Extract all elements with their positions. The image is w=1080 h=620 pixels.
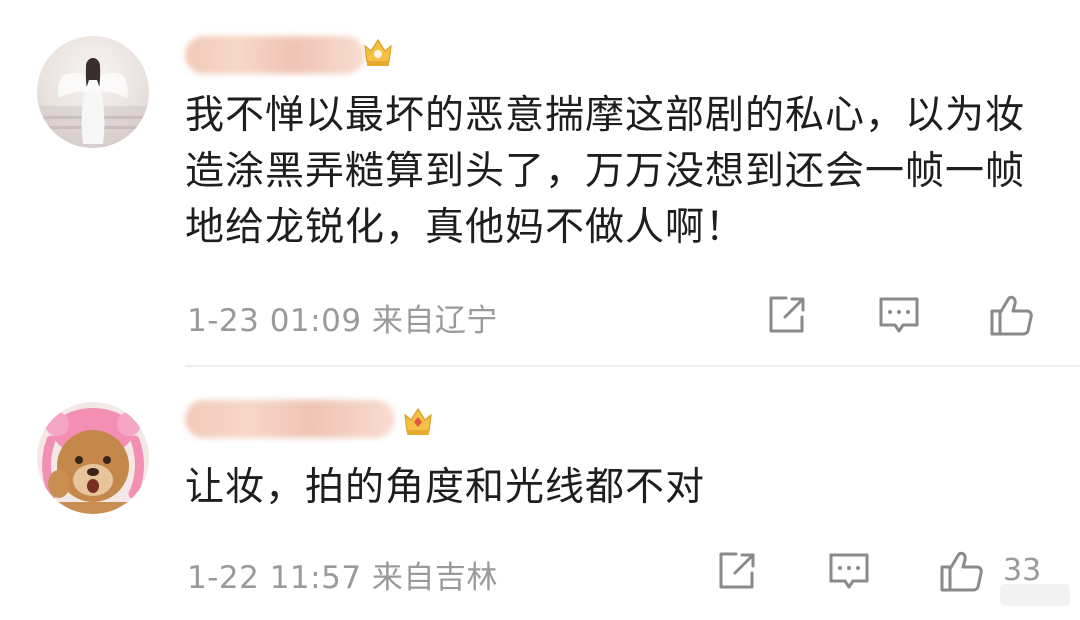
comment-item: 我不惮以最坏的恶意揣摩这部剧的私心，以为妆造涂黑弄糙算到头了，万万没想到还会一帧… xyxy=(0,0,1080,360)
username-blurred[interactable] xyxy=(185,400,395,438)
watermark xyxy=(1000,584,1070,606)
comment-icon[interactable] xyxy=(825,547,873,595)
avatar[interactable] xyxy=(37,36,149,148)
like-count: 33 xyxy=(1003,553,1042,588)
comment-text: 我不惮以最坏的恶意揣摩这部剧的私心，以为妆造涂黑弄糙算到头了，万万没想到还会一帧… xyxy=(185,93,1026,250)
comment-meta: 1-23 01:09 来自辽宁 xyxy=(187,303,498,339)
crown-badge-icon xyxy=(362,34,394,68)
comment-text: 让妆，拍的角度和光线都不对 xyxy=(185,465,706,510)
thumbs-up-icon[interactable] xyxy=(937,547,985,595)
thumbs-up-icon[interactable] xyxy=(987,291,1035,339)
comment-meta: 1-22 11:57 来自吉林 xyxy=(187,560,498,596)
comment-icon[interactable] xyxy=(875,291,923,339)
username-blurred[interactable] xyxy=(185,36,365,74)
comment-item: 让妆，拍的角度和光线都不对 1-22 11:57 来自吉林 33 xyxy=(0,375,1080,620)
share-icon[interactable] xyxy=(762,291,810,339)
share-icon[interactable] xyxy=(712,547,760,595)
divider xyxy=(185,365,1080,367)
crown-badge-icon xyxy=(402,403,434,437)
avatar[interactable] xyxy=(37,402,149,514)
